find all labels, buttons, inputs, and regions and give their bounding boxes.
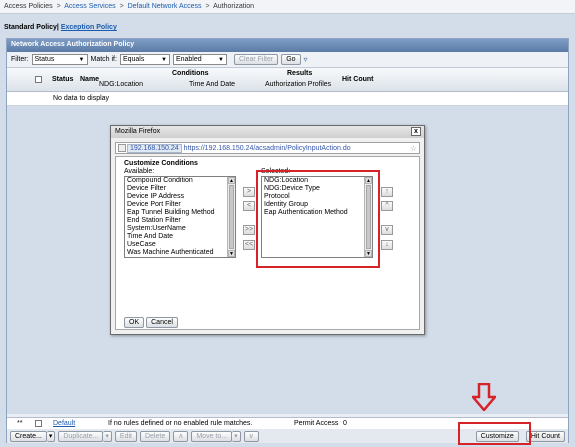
duplicate-split-button: Duplicate... ▾ — [58, 430, 112, 442]
star-icon[interactable]: ☆ — [410, 144, 417, 153]
available-scrollbar[interactable]: ▲ ▼ — [227, 177, 235, 257]
available-item[interactable]: Device Port Filter — [125, 201, 235, 209]
move-right-button[interactable]: > — [243, 187, 255, 197]
move-up-button[interactable]: ∧ — [173, 430, 189, 442]
breadcrumb-separator: > — [56, 3, 61, 10]
filter-field-select[interactable]: Status ▼ — [31, 54, 88, 65]
edit-button[interactable]: Edit — [114, 430, 137, 442]
column-time-and-date[interactable]: Time And Date — [189, 81, 235, 88]
move-bottom-button[interactable]: ↓ — [381, 240, 393, 250]
chevron-down-icon: ▼ — [161, 56, 167, 63]
filter-dropdown-icon[interactable]: ▿ — [304, 55, 308, 64]
chevron-down-icon: ▼ — [218, 56, 224, 63]
column-name[interactable]: Name — [80, 76, 99, 83]
default-row-conditions: If no rules defined or no enabled rule m… — [108, 420, 253, 427]
breadcrumb-separator: > — [205, 3, 210, 10]
breadcrumb-item-access-policies[interactable]: Access Policies — [4, 3, 53, 10]
tab-exception-policy[interactable]: Exception Policy — [61, 24, 117, 31]
available-item[interactable]: Device Filter — [125, 185, 235, 193]
move-all-right-button[interactable]: >> — [243, 225, 255, 235]
create-dropdown-icon[interactable]: ▾ — [46, 430, 56, 442]
move-all-left-button[interactable]: << — [243, 240, 255, 250]
cancel-button[interactable]: Cancel — [146, 317, 178, 328]
filter-bar: Filter: Status ▼ Match if: Equals ▼ Enab… — [7, 52, 568, 68]
policy-tabs: Standard Policy| Exception Policy — [0, 22, 575, 36]
default-row-hit-count: 0 — [343, 420, 347, 427]
select-all-checkbox[interactable] — [35, 76, 42, 83]
tab-standard-policy[interactable]: Standard Policy| — [4, 24, 59, 31]
dialog-actions: OK Cancel — [124, 317, 178, 328]
available-conditions-list[interactable]: Compound Condition Device Filter Device … — [124, 176, 236, 258]
available-label: Available: — [124, 168, 155, 175]
column-group-conditions: Conditions — [172, 70, 209, 77]
chevron-down-icon: ▼ — [78, 56, 85, 63]
scroll-thumb[interactable] — [229, 185, 234, 249]
scroll-down-icon[interactable]: ▼ — [228, 250, 235, 257]
default-row-marker: ** — [17, 420, 23, 427]
table-header: Status Name Conditions NDG:Location Time… — [7, 68, 568, 92]
default-row-result: Permit Access — [294, 420, 339, 427]
move-down-order-button[interactable]: v — [381, 225, 393, 235]
dialog-title: Mozilla Firefox — [115, 128, 161, 135]
available-item[interactable]: Time And Date — [125, 233, 235, 241]
available-item[interactable]: Device IP Address — [125, 193, 235, 201]
default-row-checkbox[interactable] — [35, 420, 42, 427]
filter-operator-value: Equals — [122, 56, 145, 63]
clear-filter-button[interactable]: Clear Filter — [233, 54, 279, 65]
column-ndg-location[interactable]: NDG:Location — [99, 81, 143, 88]
filter-field-value: Status — [34, 56, 55, 63]
available-item[interactable]: System:UserName — [125, 225, 235, 233]
duplicate-button[interactable]: Duplicate... — [58, 430, 104, 442]
scroll-up-icon[interactable]: ▲ — [228, 177, 235, 184]
delete-button[interactable]: Delete — [139, 430, 171, 442]
available-item[interactable]: Eap Tunnel Building Method — [125, 209, 235, 217]
go-button[interactable]: Go — [281, 54, 301, 65]
panel-title: Network Access Authorization Policy — [7, 39, 568, 52]
customize-highlight — [458, 422, 531, 445]
selected-list-highlight — [256, 170, 380, 268]
url-text: https://192.168.150.24/acsadmin/PolicyIn… — [183, 144, 351, 152]
page-icon — [118, 144, 126, 152]
dialog-body: Customize Conditions Available: Selected… — [115, 156, 420, 330]
breadcrumb-item-access-services[interactable]: Access Services — [64, 3, 115, 10]
column-hit-count[interactable]: Hit Count — [342, 76, 374, 83]
ok-button[interactable]: OK — [124, 317, 145, 328]
available-item[interactable]: Was Machine Authenticated — [125, 249, 235, 257]
column-group-results: Results — [287, 70, 313, 77]
default-rule-link[interactable]: Default — [53, 420, 75, 427]
move-top-button[interactable]: ↑ — [381, 187, 393, 197]
filter-operator-select[interactable]: Equals ▼ — [119, 54, 170, 65]
breadcrumb-separator: > — [119, 3, 124, 10]
breadcrumb: Access Policies > Access Services > Defa… — [0, 0, 575, 14]
move-to-split-button: Move to... ▾ — [191, 430, 241, 442]
create-button[interactable]: Create... — [10, 430, 47, 442]
arrow-down-icon — [472, 383, 496, 411]
filter-label: Filter: — [11, 56, 29, 63]
url-bar[interactable]: 192.168.150.24 https://192.168.150.24/ac… — [115, 142, 420, 154]
breadcrumb-item-default-network-access[interactable]: Default Network Access — [128, 3, 202, 10]
breadcrumb-item-authorization: Authorization — [213, 3, 254, 10]
customize-conditions-heading: Customize Conditions — [124, 160, 198, 167]
filter-value-select[interactable]: Enabled ▼ — [172, 54, 227, 65]
customize-conditions-dialog: Mozilla Firefox x 192.168.150.24 https:/… — [110, 125, 425, 335]
column-authorization-profiles[interactable]: Authorization Profiles — [265, 81, 331, 88]
close-icon[interactable]: x — [411, 127, 421, 136]
available-item[interactable]: UseCase — [125, 241, 235, 249]
dialog-titlebar: Mozilla Firefox x — [111, 126, 424, 138]
move-to-button[interactable]: Move to... — [191, 430, 233, 442]
column-status[interactable]: Status — [52, 76, 73, 83]
url-site-badge: 192.168.150.24 — [127, 143, 182, 153]
move-up-order-button[interactable]: ^ — [381, 201, 393, 211]
duplicate-dropdown-icon[interactable]: ▾ — [103, 430, 112, 442]
match-if-label: Match if: — [90, 56, 117, 63]
available-item[interactable]: Compound Condition — [125, 177, 235, 185]
create-split-button: Create... ▾ — [10, 430, 56, 442]
available-item[interactable]: End Station Filter — [125, 217, 235, 225]
move-left-button[interactable]: < — [243, 201, 255, 211]
move-down-button[interactable]: ∨ — [243, 430, 259, 442]
hit-count-button[interactable]: Hit Count — [525, 430, 565, 442]
move-to-dropdown-icon[interactable]: ▾ — [232, 430, 241, 442]
no-data-message: No data to display — [7, 92, 568, 106]
filter-value-value: Enabled — [175, 56, 202, 63]
